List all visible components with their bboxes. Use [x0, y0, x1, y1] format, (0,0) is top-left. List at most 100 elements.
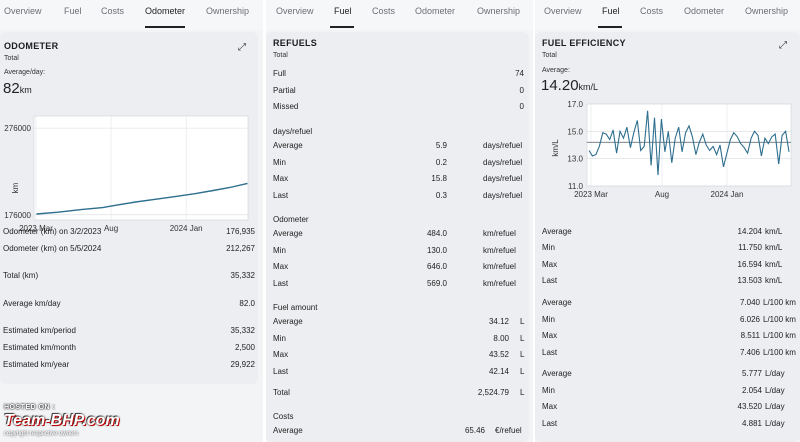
- stat-unit: km/refuel: [483, 246, 516, 255]
- x-tick-label: Aug: [104, 224, 118, 233]
- stat-label: Min: [273, 246, 286, 255]
- average-label: Average:: [542, 67, 570, 74]
- stat-value: 130.0: [426, 246, 447, 255]
- count-value: 74: [515, 69, 524, 78]
- row-value: 35,332: [230, 271, 255, 280]
- stat-value: 4.881: [741, 419, 762, 428]
- tab-bar: Overview Fuel Costs Odometer Ownership: [0, 0, 263, 30]
- stat-unit: L/100 km: [763, 315, 796, 324]
- stat-value: 65.46: [464, 426, 485, 435]
- watermark-hosted: HOSTED ON :: [4, 404, 56, 411]
- total-value: 2,524.79: [477, 388, 509, 397]
- count-label: Full: [273, 69, 286, 78]
- x-tick-label: 2024 Jan: [711, 190, 744, 199]
- card-title: ODOMETER: [4, 41, 59, 51]
- stat-label: Last: [273, 367, 289, 376]
- tab-costs[interactable]: Costs: [640, 6, 663, 16]
- stat-unit: km/L: [765, 227, 783, 236]
- card-title: FUEL EFFICIENCY: [542, 38, 626, 48]
- tab-fuel[interactable]: Fuel: [602, 6, 620, 16]
- watermark: HOSTED ON : Team-BHP.com copyright respe…: [4, 404, 204, 440]
- stat-unit: km/refuel: [483, 229, 516, 238]
- watermark-copyright: copyright respective owners: [4, 431, 79, 437]
- stat-label: Average: [273, 426, 303, 435]
- stat-label: Min: [273, 334, 286, 343]
- stat-unit: days/refuel: [483, 141, 523, 150]
- tab-odometer[interactable]: Odometer: [145, 6, 185, 16]
- stat-unit: days/refuel: [483, 174, 523, 183]
- stat-value: 2.054: [741, 386, 762, 395]
- stat-unit: L: [520, 350, 525, 359]
- row-label: Odometer (km) on 5/5/2024: [3, 244, 102, 253]
- row-label: Total (km): [3, 271, 39, 280]
- tab-ownership[interactable]: Ownership: [745, 6, 788, 16]
- row-label: Estimated km/period: [3, 326, 76, 335]
- stat-value: 11.750: [738, 243, 762, 252]
- stat-value: 484.0: [426, 229, 447, 238]
- section-header: Fuel amount: [273, 303, 318, 312]
- tab-ownership[interactable]: Ownership: [477, 6, 520, 16]
- stat-label: Average: [273, 141, 303, 150]
- stat-unit: L/day: [765, 402, 785, 411]
- stat-label: Max: [273, 350, 289, 359]
- count-label: Missed: [273, 102, 299, 111]
- expand-icon[interactable]: ⤢: [779, 40, 787, 51]
- row-value: 35,332: [230, 326, 255, 335]
- stat-unit: L/day: [765, 419, 785, 428]
- tab-fuel[interactable]: Fuel: [334, 6, 352, 16]
- tab-overview[interactable]: Overview: [4, 6, 42, 16]
- card-subtitle: Total: [273, 52, 288, 59]
- stat-value: 34.12: [488, 317, 509, 326]
- stat-value: 43.52: [488, 350, 509, 359]
- stat-label: Max: [273, 262, 289, 271]
- average-value: 14.20km/L: [541, 77, 599, 94]
- fuel-efficiency-panel: Overview Fuel Costs Odometer Ownership F…: [535, 0, 800, 442]
- active-tab-indicator: [145, 26, 185, 28]
- tab-overview[interactable]: Overview: [276, 6, 314, 16]
- stat-label: Min: [542, 386, 555, 395]
- tab-ownership[interactable]: Ownership: [206, 6, 249, 16]
- stat-unit: km/L: [765, 260, 783, 269]
- stat-unit: km/refuel: [483, 279, 516, 288]
- count-value: 0: [519, 86, 524, 95]
- count-label: Partial: [273, 86, 296, 95]
- tab-bar: Overview Fuel Costs Odometer Ownership: [266, 0, 533, 30]
- total-label: Total: [273, 388, 290, 397]
- stat-unit: L: [520, 367, 525, 376]
- row-value: 29,922: [230, 360, 255, 369]
- stat-value: 7.406: [739, 348, 760, 357]
- stat-value: 14.204: [737, 227, 762, 236]
- tab-odometer[interactable]: Odometer: [415, 6, 455, 16]
- section-header: Odometer: [273, 215, 309, 224]
- stat-unit: L/day: [765, 386, 785, 395]
- row-label: Average km/day: [3, 299, 61, 308]
- stat-unit: L/day: [765, 369, 785, 378]
- tab-costs[interactable]: Costs: [372, 6, 395, 16]
- stat-value: 6.026: [739, 315, 760, 324]
- tab-fuel[interactable]: Fuel: [64, 6, 82, 16]
- card-title: REFUELS: [273, 38, 318, 48]
- stat-value: 13.503: [737, 276, 762, 285]
- stat-value: 8.511: [740, 331, 760, 340]
- tab-overview[interactable]: Overview: [544, 6, 582, 16]
- stat-label: Average: [542, 369, 572, 378]
- stat-unit: km/L: [765, 243, 783, 252]
- fuel-efficiency-chart: km/L 17.015.013.011.02023 Mar Aug 2024 Jan: [551, 100, 792, 199]
- y-tick-label: 276000: [4, 124, 31, 133]
- y-tick-label: 176000: [4, 211, 31, 220]
- stat-label: Last: [273, 191, 289, 200]
- stat-unit: days/refuel: [483, 191, 523, 200]
- stat-value: 8.00: [493, 334, 509, 343]
- total-unit: L: [520, 388, 525, 397]
- expand-icon[interactable]: ⤢: [238, 42, 246, 53]
- stat-unit: km/refuel: [483, 262, 516, 271]
- plot-area: [33, 115, 249, 221]
- stat-unit: days/refuel: [483, 158, 523, 167]
- stat-unit: €/refuel: [495, 426, 522, 435]
- tab-costs[interactable]: Costs: [101, 6, 124, 16]
- stat-value: 5.777: [741, 369, 762, 378]
- row-value: 176,935: [226, 227, 255, 236]
- stat-label: Max: [542, 331, 558, 340]
- y-tick-label: 17.0: [567, 100, 583, 109]
- tab-odometer[interactable]: Odometer: [684, 6, 724, 16]
